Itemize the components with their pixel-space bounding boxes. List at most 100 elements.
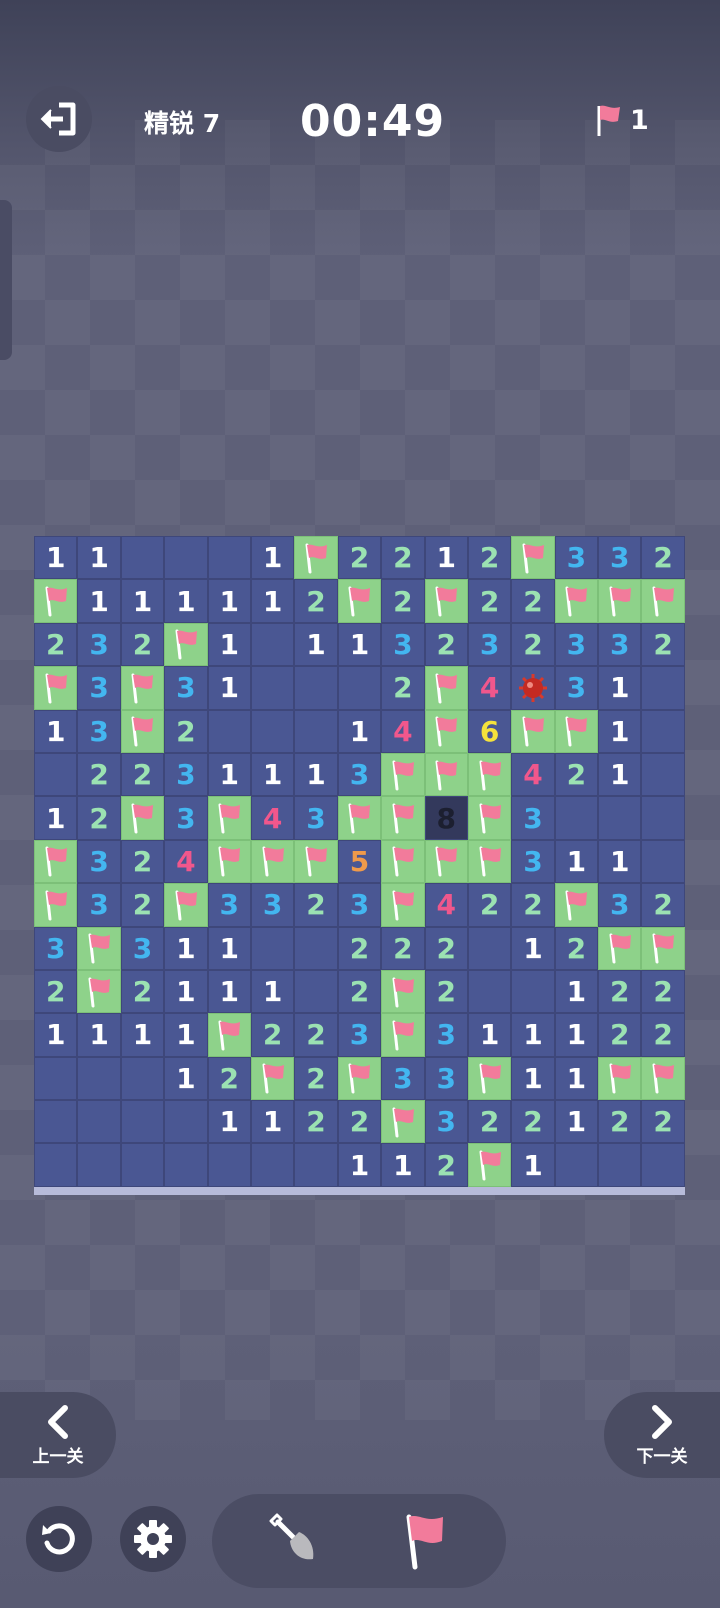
empty-cell[interactable] <box>467 926 512 970</box>
empty-cell[interactable] <box>294 969 338 1014</box>
empty-cell[interactable] <box>554 1143 599 1187</box>
number-cell[interactable]: 2 <box>467 1100 512 1144</box>
number-cell[interactable]: 3 <box>337 752 382 797</box>
number-cell[interactable]: 1 <box>598 709 642 753</box>
number-cell[interactable]: 1 <box>554 1013 599 1057</box>
number-cell[interactable]: 3 <box>120 926 165 970</box>
number-cell[interactable]: 1 <box>34 1013 78 1057</box>
number-cell[interactable]: 1 <box>164 1056 208 1101</box>
number-cell[interactable]: 2 <box>294 883 338 927</box>
number-cell[interactable]: 3 <box>164 666 208 710</box>
number-cell[interactable]: 1 <box>207 622 251 667</box>
flagged-cell[interactable] <box>641 1056 685 1101</box>
number-cell[interactable]: 2 <box>337 1100 382 1144</box>
empty-cell[interactable] <box>34 752 78 797</box>
number-cell[interactable]: 2 <box>424 926 468 970</box>
number-cell[interactable]: 8 <box>424 796 468 840</box>
number-cell[interactable]: 1 <box>554 839 599 884</box>
flagged-cell[interactable] <box>120 666 165 710</box>
empty-cell[interactable] <box>77 1056 121 1101</box>
number-cell[interactable]: 2 <box>424 969 468 1014</box>
flagged-cell[interactable] <box>34 666 78 710</box>
number-cell[interactable]: 2 <box>467 536 512 580</box>
number-cell[interactable]: 3 <box>511 839 555 884</box>
flagged-cell[interactable] <box>554 579 599 623</box>
empty-cell[interactable] <box>598 1143 642 1187</box>
number-cell[interactable]: 1 <box>294 622 338 667</box>
number-cell[interactable]: 3 <box>598 536 642 580</box>
number-cell[interactable]: 2 <box>164 709 208 753</box>
restart-button[interactable] <box>26 1506 92 1572</box>
number-cell[interactable]: 3 <box>554 622 599 667</box>
flagged-cell[interactable] <box>294 839 338 884</box>
number-cell[interactable]: 3 <box>207 883 251 927</box>
number-cell[interactable]: 1 <box>511 1143 555 1187</box>
number-cell[interactable]: 2 <box>294 1013 338 1057</box>
empty-cell[interactable] <box>641 796 685 840</box>
number-cell[interactable]: 3 <box>164 796 208 840</box>
number-cell[interactable]: 3 <box>554 666 599 710</box>
number-cell[interactable]: 2 <box>467 579 512 623</box>
number-cell[interactable]: 1 <box>337 709 382 753</box>
flagged-cell[interactable] <box>598 926 642 970</box>
number-cell[interactable]: 2 <box>641 1100 685 1144</box>
number-cell[interactable]: 2 <box>337 536 382 580</box>
flagged-cell[interactable] <box>511 709 555 753</box>
empty-cell[interactable] <box>164 1100 208 1144</box>
number-cell[interactable]: 3 <box>77 709 121 753</box>
number-cell[interactable]: 1 <box>598 752 642 797</box>
flagged-cell[interactable] <box>34 839 78 884</box>
flagged-cell[interactable] <box>207 796 251 840</box>
number-cell[interactable]: 4 <box>250 796 295 840</box>
flagged-cell[interactable] <box>207 1013 251 1057</box>
empty-cell[interactable] <box>207 536 251 580</box>
settings-button[interactable] <box>120 1506 186 1572</box>
number-cell[interactable]: 3 <box>381 1056 425 1101</box>
empty-cell[interactable] <box>120 1100 165 1144</box>
number-cell[interactable]: 2 <box>381 926 425 970</box>
number-cell[interactable]: 1 <box>207 969 251 1014</box>
number-cell[interactable]: 1 <box>34 709 78 753</box>
number-cell[interactable]: 2 <box>511 883 555 927</box>
flagged-cell[interactable] <box>424 579 468 623</box>
flagged-cell[interactable] <box>424 666 468 710</box>
number-cell[interactable]: 3 <box>424 1013 468 1057</box>
empty-cell[interactable] <box>207 1143 251 1187</box>
number-cell[interactable]: 3 <box>554 536 599 580</box>
number-cell[interactable]: 3 <box>511 796 555 840</box>
number-cell[interactable]: 2 <box>294 1100 338 1144</box>
number-cell[interactable]: 5 <box>337 839 382 884</box>
number-cell[interactable]: 2 <box>120 969 165 1014</box>
flagged-cell[interactable] <box>598 579 642 623</box>
flagged-cell[interactable] <box>424 752 468 797</box>
empty-cell[interactable] <box>120 1143 165 1187</box>
side-drawer-handle[interactable] <box>0 200 12 360</box>
dig-tool-button[interactable] <box>256 1504 330 1578</box>
next-level-button[interactable]: 下一关 <box>604 1392 720 1478</box>
number-cell[interactable]: 2 <box>598 969 642 1014</box>
number-cell[interactable]: 1 <box>250 579 295 623</box>
flagged-cell[interactable] <box>467 839 512 884</box>
number-cell[interactable]: 2 <box>641 883 685 927</box>
number-cell[interactable]: 3 <box>337 883 382 927</box>
number-cell[interactable]: 3 <box>250 883 295 927</box>
number-cell[interactable]: 1 <box>337 622 382 667</box>
empty-cell[interactable] <box>467 969 512 1014</box>
empty-cell[interactable] <box>120 536 165 580</box>
flagged-cell[interactable] <box>337 796 382 840</box>
empty-cell[interactable] <box>250 1143 295 1187</box>
number-cell[interactable]: 1 <box>511 1013 555 1057</box>
flagged-cell[interactable] <box>424 839 468 884</box>
empty-cell[interactable] <box>164 536 208 580</box>
number-cell[interactable]: 1 <box>164 579 208 623</box>
empty-cell[interactable] <box>34 1143 78 1187</box>
flagged-cell[interactable] <box>381 969 425 1014</box>
empty-cell[interactable] <box>250 666 295 710</box>
number-cell[interactable]: 2 <box>120 752 165 797</box>
number-cell[interactable]: 2 <box>294 579 338 623</box>
flagged-cell[interactable] <box>34 579 78 623</box>
flagged-cell[interactable] <box>381 752 425 797</box>
number-cell[interactable]: 2 <box>250 1013 295 1057</box>
number-cell[interactable]: 3 <box>424 1100 468 1144</box>
number-cell[interactable]: 3 <box>467 622 512 667</box>
